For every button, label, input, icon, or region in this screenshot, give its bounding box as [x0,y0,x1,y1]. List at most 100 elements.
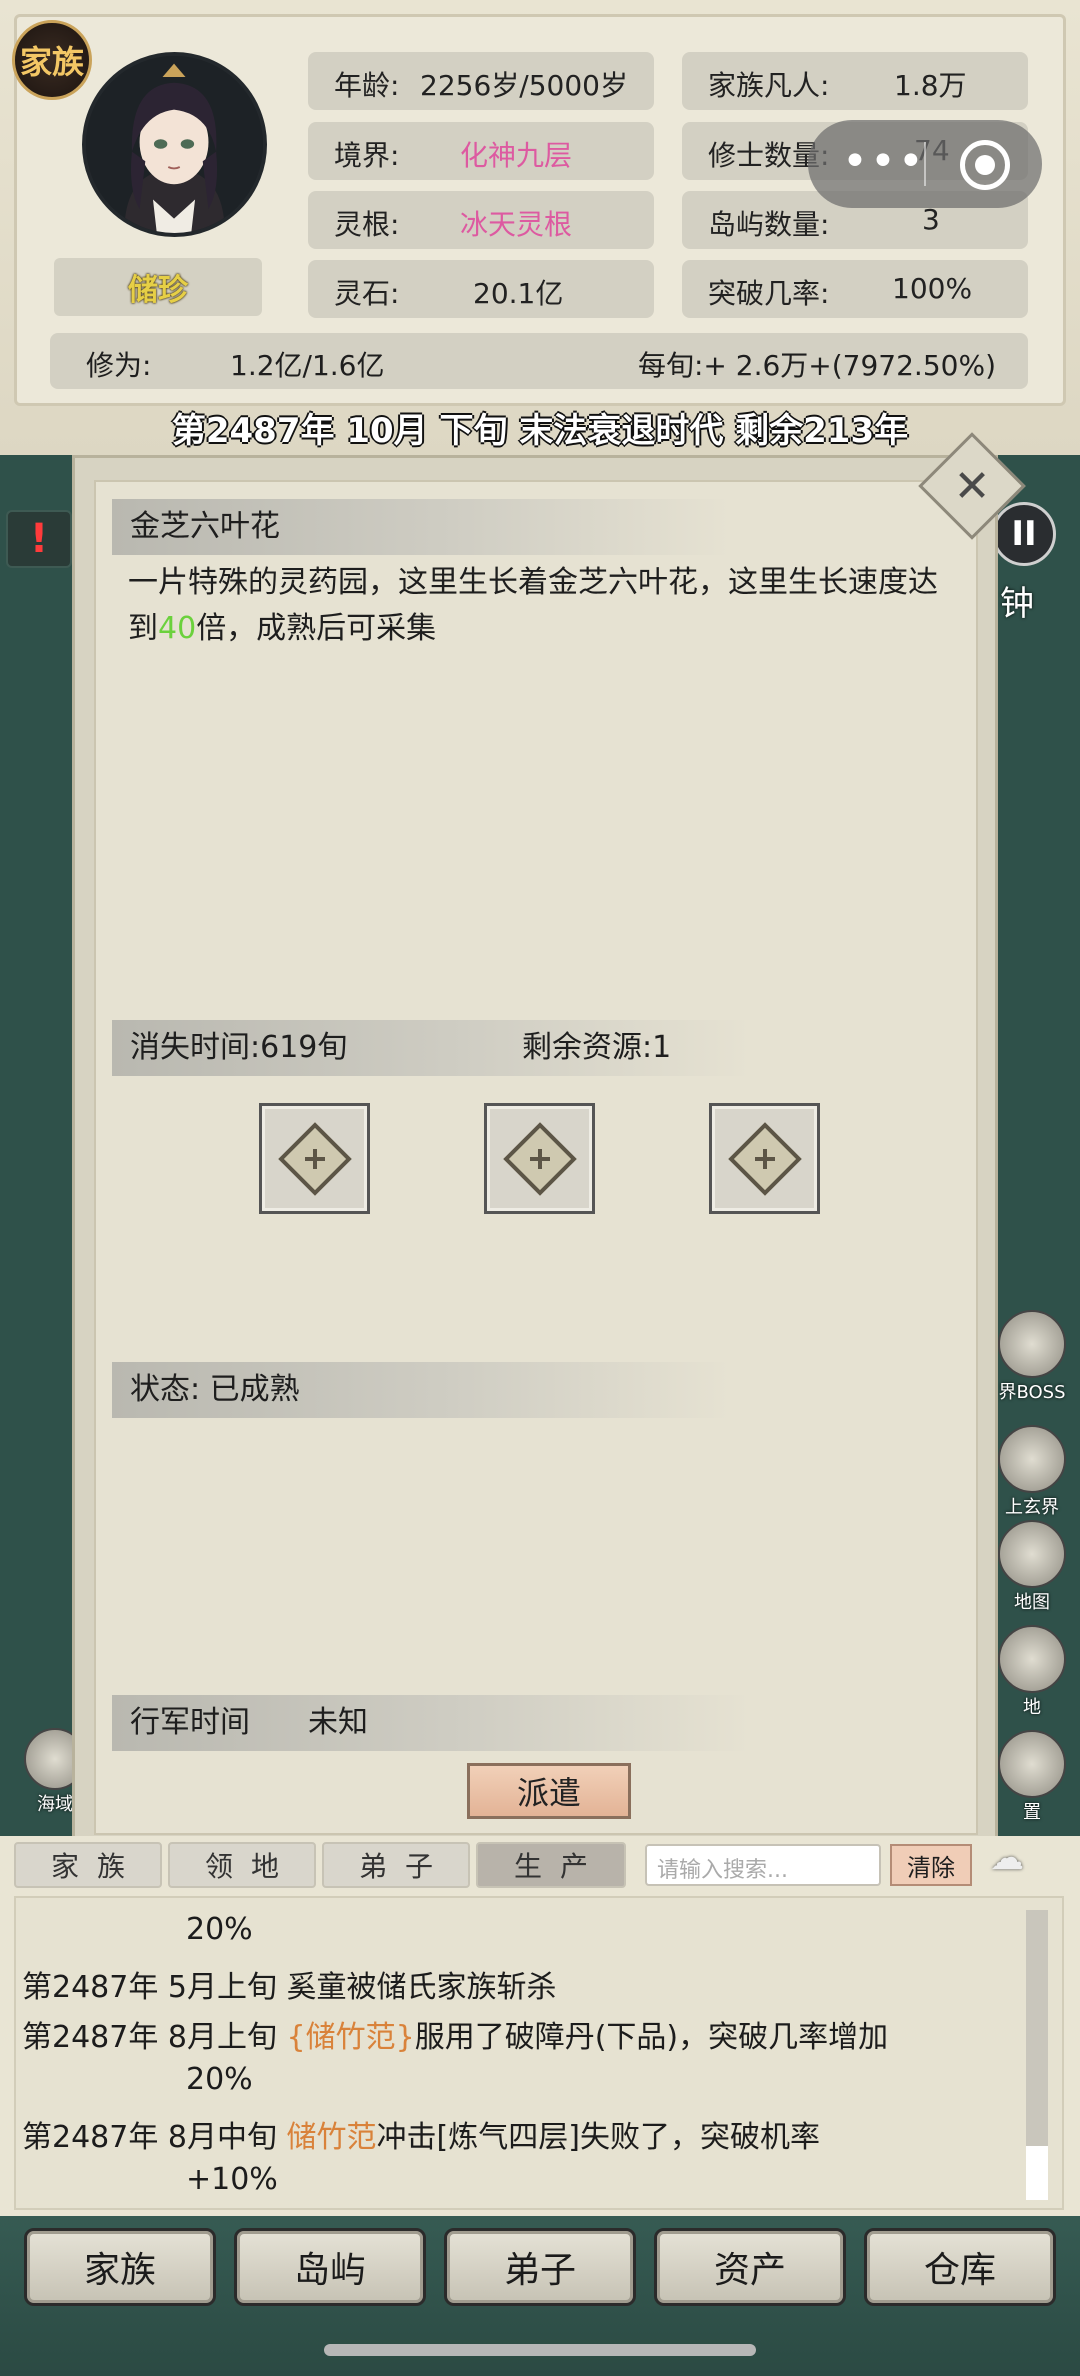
character-avatar[interactable] [82,52,267,237]
tab-territory[interactable]: 领地 [168,1842,316,1888]
log-text: 8月中旬 [167,2120,287,2155]
icon-label: 地 [1023,1697,1041,1718]
stat-label: 境界: [334,139,400,172]
log-text: +10% [186,2162,278,2197]
log-line: 20% [186,2062,253,2097]
stat-value: 冰天灵根 [460,208,573,241]
stat-breakthrough: 突破几率: 100% [682,260,1028,318]
icon-label: 界BOSS [998,1382,1066,1403]
log-line: +10% [186,2162,278,2197]
log-line: 第2487年 8月上旬 {储竹范}服用了破障丹(下品)，突破几率增加 [22,2012,888,2056]
log-person[interactable]: 储竹范 [287,2120,377,2155]
log-text: 服用了破障丹(下品)，突破几率增加 [414,2020,889,2055]
alert-icon[interactable]: ! [6,510,72,568]
remaining-resources: 剩余资源:1 [522,1030,672,1065]
stat-label: 家族凡人: [708,69,830,102]
upper-realm-button[interactable]: 上玄界 [990,1425,1074,1519]
nav-islands-button[interactable]: 岛屿 [234,2228,426,2306]
stat-value: 100% [892,272,973,305]
clan-badge[interactable]: 家族 [12,20,92,100]
add-icon [728,1122,802,1196]
capsule-divider [924,142,926,186]
cultivation-label: 修为: [86,349,152,382]
land-button[interactable]: 地 [990,1625,1074,1719]
gear-icon [998,1730,1066,1798]
stat-label: 灵石: [334,277,400,310]
log-person[interactable]: {储竹范} [287,2020,415,2055]
log-text: 20% [186,1912,253,1947]
tab-production[interactable]: 生产 [476,1842,626,1888]
land-icon [998,1625,1066,1693]
log-line: 第2487年 8月中旬 储竹范冲击[炼气四层]失败了，突破机率 [22,2112,820,2156]
log-line: 20% [186,1912,253,1947]
dispatch-button[interactable]: 派遣 [467,1763,631,1819]
resource-info-bar: 消失时间:619旬 剩余资源:1 [112,1020,752,1076]
stat-label: 年龄: [334,69,400,102]
clear-button[interactable]: 清除 [890,1844,972,1886]
stat-realm: 境界: 化神九层 [308,122,654,180]
stat-value: 化神九层 [460,139,573,172]
add-unit-slot-3[interactable] [709,1103,820,1214]
log-line: 第2487年 5月上旬 奚童被储氏家族斩杀 [22,1962,557,2006]
cultivation-bar: 修为: 1.2亿/1.6亿 每旬:+ 2.6万+(7972.50%) [50,333,1028,389]
clock-label: 钟 [1000,584,1034,624]
mini-program-capsule: ••• [808,120,1042,208]
dialog-title: 金芝六叶花 [112,499,732,555]
march-time-value: 未知 [308,1705,368,1740]
icon-label: 上玄界 [1005,1497,1059,1518]
cultivation-value: 1.2亿/1.6亿 [230,349,385,382]
log-date: 第2487年 [22,1970,159,2005]
close-icon: ✕ [953,460,991,512]
icon-label: 海域 [37,1794,73,1815]
log-text: 5月上旬 奚童被储氏家族斩杀 [167,1970,557,2005]
nav-assets-button[interactable]: 资产 [654,2228,846,2306]
settings-button[interactable]: 置 [990,1730,1074,1824]
character-name[interactable]: 储珍 [54,258,262,316]
dialog-description: 一片特殊的灵药园，这里生长着金芝六叶花，这里生长速度达到40倍，成熟后可采集 [128,560,958,652]
stat-mortals: 家族凡人: 1.8万 [682,52,1028,110]
status-bar: 状态: 已成熟 [112,1362,732,1418]
stat-label: 灵根: [334,208,400,241]
log-date: 第2487年 [22,2120,159,2155]
home-indicator[interactable] [324,2344,756,2356]
tab-clan[interactable]: 家族 [14,1842,162,1888]
add-icon [503,1122,577,1196]
stat-label: 突破几率: [708,277,830,310]
cloud-icon[interactable]: ☁ [990,1838,1066,1878]
target-icon[interactable] [960,140,1010,190]
nav-warehouse-button[interactable]: 仓库 [864,2228,1056,2306]
log-text: 20% [186,2062,253,2097]
boss-icon [998,1310,1066,1378]
disappear-time: 消失时间:619旬 [130,1030,348,1065]
stat-age: 年龄: 2256岁/5000岁 [308,52,654,110]
add-icon [278,1122,352,1196]
nav-clan-button[interactable]: 家族 [24,2228,216,2306]
add-unit-slot-1[interactable] [259,1103,370,1214]
log-text: 8月上旬 [167,2020,287,2055]
stat-spirit-stones: 灵石: 20.1亿 [308,260,654,318]
growth-multiplier: 40 [158,611,197,646]
stat-value: 20.1亿 [473,277,564,310]
icon-label: 地图 [1014,1592,1050,1613]
world-boss-button[interactable]: 界BOSS [990,1310,1074,1404]
march-time-bar: 行军时间 未知 [112,1695,752,1751]
map-pin-icon [998,1520,1066,1588]
stat-value: 1.8万 [894,69,967,102]
portrait-icon [86,56,263,233]
tab-disciples[interactable]: 弟子 [322,1842,470,1888]
log-scroll-thumb[interactable] [1026,2146,1048,2200]
mountain-icon [998,1425,1066,1493]
description-text-end: 倍，成熟后可采集 [196,611,437,646]
more-dots-icon[interactable]: ••• [842,140,926,184]
cultivation-rate: 每旬:+ 2.6万+(7972.50%) [637,349,996,382]
add-unit-slot-2[interactable] [484,1103,595,1214]
stat-value: 2256岁/5000岁 [420,69,628,102]
search-input[interactable]: 请输入搜索... [645,1844,881,1886]
march-time-label: 行军时间 [130,1705,250,1740]
nav-disciples-button[interactable]: 弟子 [444,2228,636,2306]
map-button[interactable]: 地图 [990,1520,1074,1614]
stat-spirit-root: 灵根: 冰天灵根 [308,191,654,249]
log-date: 第2487年 [22,2020,159,2055]
year-banner: 第2487年 10月 下旬 末法衰退时代 剩余213年 [171,411,909,451]
icon-label: 置 [1023,1802,1041,1823]
